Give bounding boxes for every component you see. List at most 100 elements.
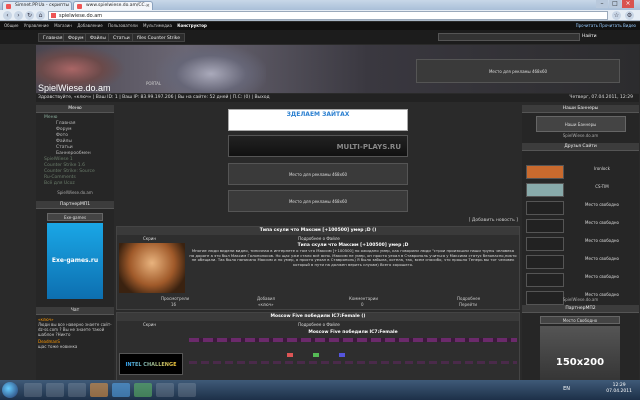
friend-banner <box>526 165 564 179</box>
friend-banner <box>526 255 564 269</box>
chat-title: Чат <box>36 307 114 315</box>
news-more-link[interactable]: Подробнее о Файле <box>117 235 521 242</box>
minimize-icon[interactable]: – <box>596 0 608 8</box>
menu-title: Меню <box>36 105 114 113</box>
site-caption: SpielWiese.do.am <box>562 297 599 302</box>
partner-banner[interactable]: Exe-games.ru <box>47 223 103 299</box>
news-more-link[interactable]: Подробнее о Файле <box>117 321 521 328</box>
header-ad-slot[interactable]: Место для рекламы 468x60 <box>416 59 620 83</box>
app-icon[interactable] <box>178 383 196 397</box>
friend-link[interactable]: Ironlock <box>526 165 636 179</box>
news-body: Многие люди видели видео, типичная в инт… <box>189 248 517 267</box>
header-portal-label: PORTAL <box>146 81 162 86</box>
home-icon[interactable]: ⌂ <box>36 11 45 20</box>
banner-zaitah[interactable]: ЗДЕЛАЕМ ЗАЙТАХ <box>228 109 408 131</box>
admin-menu-item[interactable]: Мультимедиа <box>143 23 172 28</box>
browser-tab[interactable]: Simnet.PP.Ua - скрипты <box>2 1 72 10</box>
friend-banner <box>526 183 564 197</box>
chat-message: Люди вы все наверно знаете сайт-dz-ss.co… <box>38 322 112 337</box>
media-player-icon[interactable] <box>68 383 86 397</box>
admin-menu-item[interactable]: Управление <box>24 23 49 28</box>
admin-menu-item[interactable]: Магазин <box>54 23 72 28</box>
user-info-text[interactable]: Здравствуйте, «ключ» | Ваш ID: 1 | Ваш I… <box>38 95 270 100</box>
friend-banner <box>526 219 564 233</box>
friends-title: Друзья Сайти <box>522 143 639 151</box>
clock-date: 07.04.2011 <box>606 389 632 394</box>
friend-link[interactable]: Место свободно <box>526 237 636 251</box>
favicon-icon <box>51 13 56 18</box>
left-sidebar: Меню Меню Главная Форум Фото Файлы Стать… <box>36 105 114 400</box>
maximize-icon[interactable]: □ <box>609 0 621 8</box>
site-title[interactable]: SpielWiese.do.am <box>38 83 111 93</box>
admin-menu-item[interactable]: Конструктор <box>177 23 207 28</box>
friend-link[interactable]: Место свободно <box>526 219 636 233</box>
news-stats: Просмотрели Добавил Комментарии Подробне… <box>117 296 521 310</box>
news-image[interactable]: INTEL CHALLENGE <box>119 353 183 375</box>
nav-item-cs-files[interactable]: files Counter Strike <box>132 33 185 42</box>
system-clock[interactable]: 12:29 07.04.2011 <box>606 383 632 395</box>
ad-slot[interactable]: Место для рекламы 468x60 <box>228 163 408 185</box>
partner-head[interactable]: Место Свободно <box>540 316 620 324</box>
skype-icon[interactable] <box>112 383 130 397</box>
address-bar: ‹ › ↻ ⌂ spielwiese.do.am ☆ ⚙ <box>0 10 640 21</box>
menu-item[interactable]: Всё для Ucoz <box>36 181 114 187</box>
close-window-icon[interactable]: × <box>622 0 634 8</box>
nav-item-articles[interactable]: Статьи <box>108 33 135 42</box>
flag-icon <box>287 353 293 357</box>
friend-link[interactable]: Место свободно <box>526 255 636 269</box>
admin-right-link[interactable]: Прочитать Прочитать Видео <box>576 22 636 30</box>
news-title[interactable]: Moscow Five победили IC7:Female () <box>117 313 519 321</box>
start-button-icon[interactable] <box>2 382 18 398</box>
site-caption: SpielWiese.do.am <box>562 133 599 138</box>
app-icon[interactable] <box>156 383 174 397</box>
browser-tab-bar: Simnet.PP.Ua - скрипты www.spielwiese.do… <box>0 0 640 10</box>
wrench-icon[interactable]: ⚙ <box>625 11 634 20</box>
admin-menu-item[interactable]: Добавление <box>77 23 103 28</box>
chrome-icon[interactable] <box>134 383 152 397</box>
ie-icon[interactable] <box>24 383 42 397</box>
chat-box: «ключ» Люди вы все наверно знаете сайт-d… <box>36 315 114 351</box>
star-icon[interactable]: ☆ <box>612 11 621 20</box>
news-title[interactable]: Типа скули что Максим [+100500] умер ;D … <box>117 227 519 235</box>
friend-link[interactable]: Место свободно <box>526 273 636 287</box>
stat-more[interactable]: Перейти <box>459 302 477 308</box>
browser-tab-active[interactable]: www.spielwiese.do.am/СС... × <box>73 1 153 10</box>
partner-head[interactable]: Exe-games <box>47 213 103 221</box>
menu-list: Меню Главная Форум Фото Файлы Статьи Бан… <box>36 113 114 187</box>
windows-taskbar: EN 12:29 07.04.2011 <box>0 380 640 400</box>
search-button[interactable]: Найти <box>582 33 598 41</box>
header-art <box>156 45 266 93</box>
url-input[interactable]: spielwiese.do.am <box>48 11 608 20</box>
site-header: PORTAL SpielWiese.do.am Место для реклам… <box>36 45 639 93</box>
news-divider <box>189 338 517 342</box>
news-item: Типа скули что Максим [+100500] умер ;D … <box>116 226 520 310</box>
user-info-bar: Здравствуйте, «ключ» | Ваш ID: 1 | Ваш I… <box>36 94 639 102</box>
flag-icon <box>313 353 319 357</box>
language-indicator[interactable]: EN <box>563 386 570 392</box>
banner-multiplays[interactable]: MULTI-PLAYS.RU <box>228 135 408 157</box>
friend-banner <box>526 273 564 287</box>
flag-icon <box>339 353 345 357</box>
our-banner[interactable]: Наши Баннеры <box>535 116 626 132</box>
partner-title: ПартнерМП2 <box>522 305 639 313</box>
admin-menu-item[interactable]: Общие <box>4 23 18 28</box>
friends-list: Ironlock CS-TIM Место свободно Место сво… <box>522 163 639 305</box>
folder-icon[interactable] <box>46 383 64 397</box>
stat-author[interactable]: «ключ» <box>258 302 274 308</box>
stat-comments[interactable]: 0 <box>361 302 364 308</box>
close-tab-icon[interactable]: × <box>146 2 150 10</box>
friend-link[interactable]: CS-TIM <box>526 183 636 197</box>
forward-icon[interactable]: › <box>14 11 23 20</box>
back-icon[interactable]: ‹ <box>3 11 12 20</box>
search-input[interactable] <box>438 33 580 41</box>
admin-menu-item[interactable]: Пользователи <box>108 23 138 28</box>
firefox-icon[interactable] <box>90 383 108 397</box>
reload-icon[interactable]: ↻ <box>25 11 34 20</box>
favicon-icon <box>77 4 82 9</box>
add-news-link[interactable]: [ Добавить новость ] <box>469 218 518 223</box>
news-image[interactable] <box>119 243 185 293</box>
friend-link[interactable]: Место свободно <box>526 201 636 215</box>
banners-title: Наши Баннеры <box>522 105 639 113</box>
main-content: ЗДЕЛАЕМ ЗАЙТАХ MULTI-PLAYS.RU Место для … <box>116 105 520 400</box>
ad-slot[interactable]: Место для рекламы 468x60 <box>228 190 408 212</box>
